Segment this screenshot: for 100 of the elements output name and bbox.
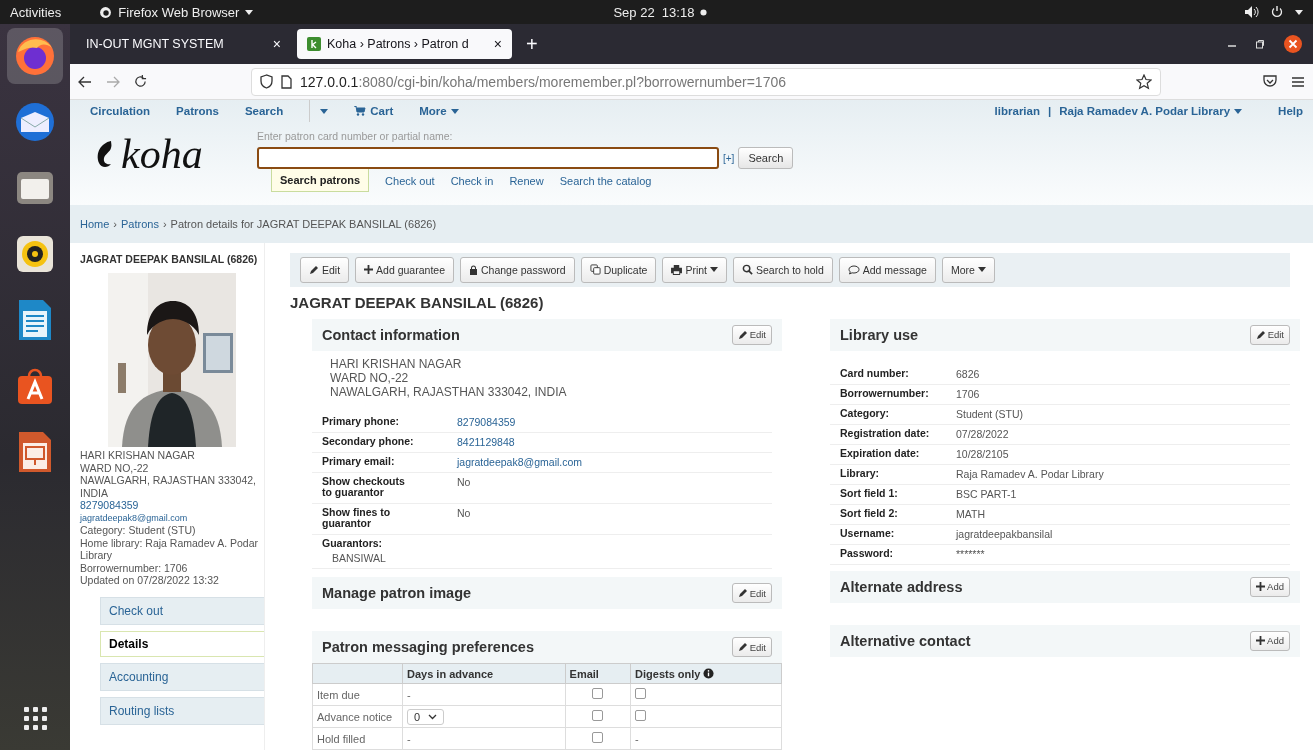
digest-checkbox[interactable] bbox=[635, 710, 647, 721]
help-link[interactable]: Help bbox=[1278, 105, 1303, 117]
toolbar-button[interactable]: Add message bbox=[838, 256, 936, 283]
contact-link[interactable]: jagratdeepak8@gmail.com bbox=[80, 511, 264, 524]
field-value: ******* bbox=[956, 547, 985, 560]
back-icon bbox=[78, 75, 92, 88]
sidebar-menu-item[interactable]: Check out bbox=[100, 596, 264, 625]
nav-link[interactable]: Circulation bbox=[90, 105, 151, 117]
shopping-bag-icon bbox=[15, 366, 55, 406]
app-menu[interactable]: Firefox Web Browser bbox=[99, 4, 254, 20]
days-select[interactable]: 0 bbox=[407, 708, 445, 725]
breadcrumb-separator: › bbox=[162, 218, 167, 230]
field-label: Primary email: bbox=[322, 455, 396, 467]
logo-text: koha bbox=[121, 130, 203, 178]
close-icon[interactable]: × bbox=[272, 36, 281, 52]
add-button[interactable]: Add bbox=[1250, 630, 1290, 651]
dot-icon bbox=[700, 8, 708, 16]
dropdown-toggle[interactable] bbox=[309, 100, 329, 122]
clock[interactable]: Sep 22 13:18 bbox=[613, 4, 708, 20]
guarantor-name: BANSIWAL bbox=[331, 552, 387, 564]
caret-icon bbox=[450, 108, 459, 114]
sidebar-menu-item[interactable]: Routing lists bbox=[100, 696, 264, 725]
toolbar-button[interactable]: Duplicate bbox=[580, 256, 657, 283]
browser-tab[interactable]: Koha › Patrons › Patron d × bbox=[297, 29, 512, 59]
pencil-icon bbox=[1255, 329, 1266, 340]
app-grid-icon bbox=[22, 705, 48, 731]
email-checkbox[interactable] bbox=[592, 688, 604, 699]
mail-icon bbox=[13, 100, 57, 144]
volume-icon bbox=[1245, 6, 1259, 18]
star-icon bbox=[1136, 73, 1152, 90]
nav-link[interactable]: Patrons bbox=[176, 105, 219, 117]
new-tab-button[interactable]: + bbox=[518, 32, 546, 56]
activities-button[interactable]: Activities bbox=[10, 4, 62, 20]
printer-icon bbox=[671, 264, 683, 275]
column-header: Email bbox=[569, 667, 599, 680]
field-label: Password: bbox=[840, 547, 895, 559]
toolbar-button[interactable]: Change password bbox=[460, 256, 575, 283]
sidebar-menu-item[interactable]: Details bbox=[100, 630, 264, 657]
patron-info: Borrowernumber: 1706 bbox=[80, 561, 189, 574]
toolbar-button[interactable]: Add guarantee bbox=[355, 256, 454, 283]
field-value: Student (STU) bbox=[956, 407, 1024, 420]
field-link[interactable]: 8421129848 bbox=[457, 435, 515, 448]
library-menu[interactable]: Raja Ramadev A. Podar Library bbox=[1059, 105, 1243, 117]
close-icon[interactable]: × bbox=[493, 36, 502, 52]
sidebar-menu-item[interactable]: Accounting bbox=[100, 662, 264, 691]
field-label: Sort field 1: bbox=[840, 487, 899, 499]
caret-icon bbox=[1295, 9, 1303, 15]
patron-info: Updated on 07/28/2022 13:32 bbox=[80, 574, 220, 587]
toolbar-button[interactable]: Search to hold bbox=[733, 256, 833, 283]
row-label: Advance notice bbox=[317, 710, 393, 723]
search-tab[interactable]: Search patrons bbox=[271, 169, 370, 192]
field-label: Expiration date: bbox=[840, 447, 921, 459]
koha-icon bbox=[307, 37, 321, 51]
nav-link[interactable]: Cart bbox=[354, 105, 394, 117]
field-value: No bbox=[457, 475, 471, 488]
nav-link[interactable]: More bbox=[419, 105, 459, 117]
edit-button[interactable]: Edit bbox=[1249, 324, 1290, 345]
tab-title: Koha › Patrons › Patron d bbox=[327, 37, 470, 51]
section-title: Contact information bbox=[322, 326, 460, 343]
field-label: Primary phone: bbox=[322, 415, 401, 427]
contact-link[interactable]: 8279084359 bbox=[80, 499, 264, 512]
email-checkbox[interactable] bbox=[592, 710, 604, 721]
search-tab[interactable]: Renew bbox=[509, 169, 544, 192]
search-tab[interactable]: Check in bbox=[450, 169, 494, 192]
field-label: Username: bbox=[840, 527, 896, 539]
url-text: 127.0.0.1:8080/cgi-bin/koha/members/moremember.pl?borrowernumber=1706 bbox=[300, 73, 787, 90]
browser-tab[interactable]: IN-OUT MGNT SYSTEM × bbox=[76, 29, 291, 59]
patron-info: Category: Student (STU) bbox=[80, 524, 197, 537]
toolbar-button[interactable]: More bbox=[941, 256, 995, 283]
edit-button[interactable]: Edit bbox=[731, 583, 772, 603]
pencil-icon bbox=[737, 642, 748, 652]
edit-button[interactable]: Edit bbox=[731, 324, 772, 345]
section-title: Alternate address bbox=[840, 578, 963, 595]
address-line: HARI KRISHAN NAGAR bbox=[330, 356, 463, 371]
email-checkbox[interactable] bbox=[592, 732, 604, 743]
nav-link[interactable]: Search bbox=[244, 105, 284, 117]
breadcrumb-link[interactable]: Home bbox=[80, 218, 110, 230]
field-value: 1706 bbox=[956, 387, 980, 400]
koha-logo[interactable]: koha bbox=[95, 122, 255, 178]
edit-button[interactable]: Edit bbox=[731, 637, 772, 657]
field-value: No bbox=[457, 506, 471, 519]
field-link[interactable]: jagratdeepak8@gmail.com bbox=[457, 455, 583, 468]
breadcrumb-link[interactable]: Patrons bbox=[121, 218, 159, 230]
separator: | bbox=[1048, 105, 1052, 117]
advanced-search-link[interactable]: [+] bbox=[723, 152, 735, 164]
address-bar[interactable]: 127.0.0.1:8080/cgi-bin/koha/members/moremember.pl?borrowernumber=1706 bbox=[251, 67, 1161, 96]
user-link[interactable]: librarian bbox=[994, 105, 1040, 117]
toolbar-button[interactable]: Print bbox=[662, 256, 727, 283]
toolbar-button[interactable]: Edit bbox=[300, 256, 350, 283]
digest-checkbox[interactable] bbox=[635, 688, 647, 699]
plus-icon bbox=[1256, 636, 1266, 645]
search-button[interactable]: Search bbox=[738, 147, 794, 169]
breadcrumb-separator: › bbox=[113, 218, 117, 230]
search-tab[interactable]: Search the catalog bbox=[559, 169, 652, 192]
page-icon bbox=[281, 74, 292, 89]
add-button[interactable]: Add bbox=[1250, 576, 1290, 597]
field-link[interactable]: 8279084359 bbox=[457, 415, 516, 428]
patron-search-field[interactable] bbox=[257, 147, 719, 169]
search-tab[interactable]: Check out bbox=[385, 169, 435, 192]
browser-icon bbox=[13, 34, 57, 78]
